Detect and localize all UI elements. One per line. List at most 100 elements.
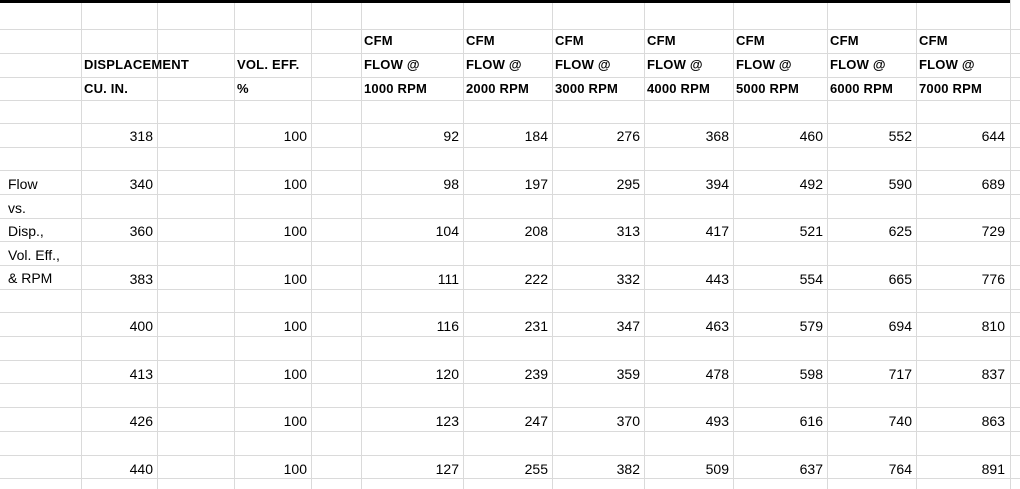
column-header-cell[interactable]: 4000 RPM: [647, 81, 710, 97]
table-cell[interactable]: 463: [649, 318, 729, 334]
column-header-cell[interactable]: 5000 RPM: [736, 81, 799, 97]
top-border: [0, 0, 1010, 3]
table-cell[interactable]: 426: [73, 413, 153, 429]
table-cell[interactable]: 116: [379, 318, 459, 334]
table-cell[interactable]: 197: [468, 176, 548, 192]
table-cell[interactable]: 368: [649, 128, 729, 144]
table-cell[interactable]: 332: [560, 271, 640, 287]
table-cell[interactable]: 644: [925, 128, 1005, 144]
table-cell[interactable]: 123: [379, 413, 459, 429]
column-header-cell[interactable]: CFM: [466, 33, 495, 49]
column-header-cell[interactable]: DISPLACEMENT: [84, 57, 189, 73]
table-cell[interactable]: 370: [560, 413, 640, 429]
table-cell[interactable]: 637: [743, 461, 823, 477]
table-cell[interactable]: 100: [227, 223, 307, 239]
table-cell[interactable]: 295: [560, 176, 640, 192]
table-cell[interactable]: 100: [227, 176, 307, 192]
table-cell[interactable]: 616: [743, 413, 823, 429]
table-cell[interactable]: 460: [743, 128, 823, 144]
table-cell[interactable]: 382: [560, 461, 640, 477]
table-cell[interactable]: 492: [743, 176, 823, 192]
table-cell[interactable]: 104: [379, 223, 459, 239]
column-header-cell[interactable]: CFM: [364, 33, 393, 49]
table-cell[interactable]: 891: [925, 461, 1005, 477]
table-cell[interactable]: 360: [73, 223, 153, 239]
table-cell[interactable]: 579: [743, 318, 823, 334]
column-header-cell[interactable]: %: [237, 81, 249, 97]
table-cell[interactable]: 837: [925, 366, 1005, 382]
table-cell[interactable]: 440: [73, 461, 153, 477]
table-cell[interactable]: 359: [560, 366, 640, 382]
column-header-cell[interactable]: FLOW @: [919, 57, 975, 73]
table-cell[interactable]: 127: [379, 461, 459, 477]
table-cell[interactable]: 98: [379, 176, 459, 192]
table-cell[interactable]: 318: [73, 128, 153, 144]
table-cell[interactable]: 863: [925, 413, 1005, 429]
table-cell[interactable]: 521: [743, 223, 823, 239]
table-cell[interactable]: 100: [227, 318, 307, 334]
table-cell[interactable]: 413: [73, 366, 153, 382]
column-header-cell[interactable]: FLOW @: [364, 57, 420, 73]
column-header-cell[interactable]: CFM: [830, 33, 859, 49]
column-header-cell[interactable]: 6000 RPM: [830, 81, 893, 97]
table-cell[interactable]: 100: [227, 366, 307, 382]
table-cell[interactable]: 92: [379, 128, 459, 144]
table-cell[interactable]: 340: [73, 176, 153, 192]
table-cell[interactable]: 417: [649, 223, 729, 239]
table-cell[interactable]: 100: [227, 271, 307, 287]
column-header-cell[interactable]: FLOW @: [736, 57, 792, 73]
table-cell[interactable]: 184: [468, 128, 548, 144]
column-header-cell[interactable]: CFM: [555, 33, 584, 49]
column-header-cell[interactable]: CFM: [919, 33, 948, 49]
table-cell[interactable]: 552: [832, 128, 912, 144]
table-cell[interactable]: 493: [649, 413, 729, 429]
table-cell[interactable]: 255: [468, 461, 548, 477]
table-cell[interactable]: 208: [468, 223, 548, 239]
table-cell[interactable]: 100: [227, 461, 307, 477]
table-cell[interactable]: 239: [468, 366, 548, 382]
side-label[interactable]: Flow vs. Disp., Vol. Eff., & RPM: [8, 173, 60, 291]
table-cell[interactable]: 313: [560, 223, 640, 239]
column-header-cell[interactable]: FLOW @: [555, 57, 611, 73]
column-header-cell[interactable]: FLOW @: [466, 57, 522, 73]
table-cell[interactable]: 394: [649, 176, 729, 192]
table-cell[interactable]: 443: [649, 271, 729, 287]
table-cell[interactable]: 625: [832, 223, 912, 239]
gridline-vertical: [463, 0, 464, 489]
column-header-cell[interactable]: FLOW @: [830, 57, 886, 73]
table-cell[interactable]: 740: [832, 413, 912, 429]
table-cell[interactable]: 665: [832, 271, 912, 287]
column-header-cell[interactable]: CFM: [736, 33, 765, 49]
column-header-cell[interactable]: 1000 RPM: [364, 81, 427, 97]
column-header-cell[interactable]: 2000 RPM: [466, 81, 529, 97]
table-cell[interactable]: 554: [743, 271, 823, 287]
table-cell[interactable]: 100: [227, 413, 307, 429]
table-cell[interactable]: 247: [468, 413, 548, 429]
table-cell[interactable]: 598: [743, 366, 823, 382]
table-cell[interactable]: 231: [468, 318, 548, 334]
table-cell[interactable]: 717: [832, 366, 912, 382]
table-cell[interactable]: 400: [73, 318, 153, 334]
table-cell[interactable]: 810: [925, 318, 1005, 334]
table-cell[interactable]: 509: [649, 461, 729, 477]
table-cell[interactable]: 383: [73, 271, 153, 287]
table-cell[interactable]: 100: [227, 128, 307, 144]
column-header-cell[interactable]: VOL. EFF.: [237, 57, 299, 73]
table-cell[interactable]: 120: [379, 366, 459, 382]
table-cell[interactable]: 590: [832, 176, 912, 192]
table-cell[interactable]: 478: [649, 366, 729, 382]
table-cell[interactable]: 689: [925, 176, 1005, 192]
table-cell[interactable]: 111: [379, 271, 459, 287]
table-cell[interactable]: 776: [925, 271, 1005, 287]
column-header-cell[interactable]: CU. IN.: [84, 81, 128, 97]
column-header-cell[interactable]: CFM: [647, 33, 676, 49]
column-header-cell[interactable]: 7000 RPM: [919, 81, 982, 97]
table-cell[interactable]: 694: [832, 318, 912, 334]
column-header-cell[interactable]: 3000 RPM: [555, 81, 618, 97]
table-cell[interactable]: 222: [468, 271, 548, 287]
table-cell[interactable]: 729: [925, 223, 1005, 239]
column-header-cell[interactable]: FLOW @: [647, 57, 703, 73]
table-cell[interactable]: 347: [560, 318, 640, 334]
table-cell[interactable]: 764: [832, 461, 912, 477]
table-cell[interactable]: 276: [560, 128, 640, 144]
